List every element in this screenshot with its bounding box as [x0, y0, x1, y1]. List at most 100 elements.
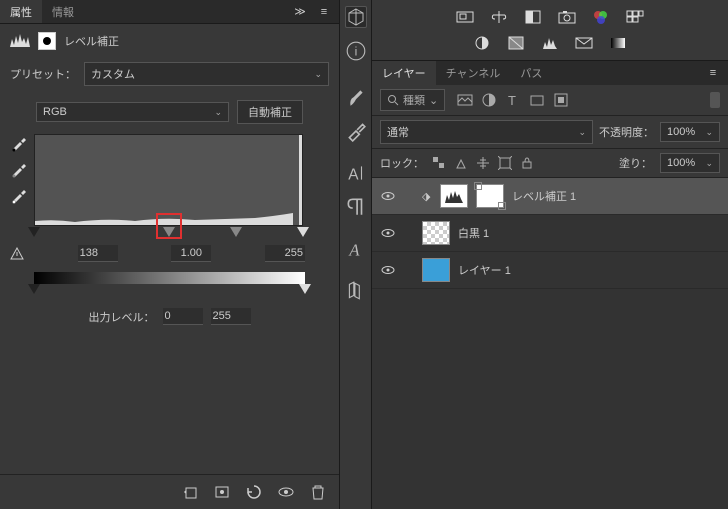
envelope-icon[interactable]: [574, 34, 594, 52]
layer-name: レイヤー 1: [458, 262, 511, 278]
input-black-slider[interactable]: [28, 227, 40, 237]
layers-list: ⬗ レベル補正 1 白黒 1 レイヤー 1: [372, 178, 728, 509]
layer-thumbnail[interactable]: [422, 221, 450, 245]
preset-label: プリセット：: [10, 66, 76, 82]
toggle-visibility-icon[interactable]: [277, 483, 295, 501]
gray-eyedropper-icon[interactable]: [10, 160, 28, 178]
properties-tabs: 属性 情報 ≫ ≡: [0, 0, 339, 24]
visibility-eye-icon[interactable]: [380, 262, 396, 278]
layer-thumbnail[interactable]: [440, 184, 468, 208]
tab-paths[interactable]: パス: [510, 61, 552, 85]
tab-properties[interactable]: 属性: [0, 0, 42, 23]
output-black-slider[interactable]: [28, 284, 40, 294]
lock-position-icon[interactable]: [476, 156, 490, 170]
svg-text:A: A: [348, 167, 359, 184]
svg-text:i: i: [354, 44, 357, 58]
output-gradient: [34, 272, 305, 284]
styles-icon[interactable]: [506, 34, 526, 52]
collapse-icon[interactable]: ≫: [291, 3, 309, 21]
svg-text:A: A: [348, 241, 360, 260]
layer-name: レベル補正 1: [512, 188, 576, 204]
tab-info[interactable]: 情報: [42, 0, 84, 23]
filter-smart-icon[interactable]: [553, 92, 569, 108]
filter-type-icon[interactable]: T: [505, 92, 521, 108]
link-icon: ⬗: [422, 190, 432, 203]
filter-type-select[interactable]: 種類 ⌄: [380, 89, 445, 111]
mask-thumbnail[interactable]: [476, 184, 504, 208]
input-white-slider[interactable]: [297, 227, 309, 237]
tab-layers[interactable]: レイヤー: [372, 61, 436, 85]
output-label: 出力レベル：: [89, 309, 155, 325]
glyphs-icon[interactable]: A: [345, 238, 367, 260]
contrast-icon[interactable]: [523, 8, 543, 26]
delete-icon[interactable]: [309, 483, 327, 501]
highlight-marker: [156, 213, 182, 239]
opacity-select[interactable]: 100%⌄: [660, 122, 720, 142]
layers-panel: レイヤー チャンネル パス ≡ 種類 ⌄ T 通常⌄ 不: [372, 60, 728, 509]
layer-item-levels[interactable]: ⬗ レベル補正 1: [372, 178, 728, 215]
layer-item-1[interactable]: レイヤー 1: [372, 252, 728, 289]
lock-artboard-icon[interactable]: [498, 156, 512, 170]
tab-channels[interactable]: チャンネル: [436, 61, 511, 85]
filter-toggle[interactable]: [710, 92, 720, 108]
adjustment-icon[interactable]: [472, 34, 492, 52]
output-white-slider[interactable]: [299, 284, 311, 294]
right-panel: レイヤー チャンネル パス ≡ 種類 ⌄ T 通常⌄ 不: [372, 0, 728, 509]
top-tool-icons-2: [372, 34, 728, 60]
channel-select[interactable]: RGB⌄: [36, 102, 229, 122]
paragraph-icon[interactable]: [345, 196, 367, 218]
blend-mode-select[interactable]: 通常⌄: [380, 120, 593, 144]
input-white-field[interactable]: [265, 245, 305, 262]
clip-to-layer-icon[interactable]: [181, 483, 199, 501]
input-black-field[interactable]: [78, 245, 118, 262]
layer-thumbnail[interactable]: [422, 258, 450, 282]
layers-menu-icon[interactable]: ≡: [704, 64, 722, 82]
libraries-icon[interactable]: [345, 280, 367, 302]
fill-label: 塗り：: [619, 155, 652, 171]
lock-image-icon[interactable]: [454, 156, 468, 170]
properties-panel: 属性 情報 ≫ ≡ レベル補正 プリセット： カスタム⌄ RGB⌄ 自動補正: [0, 0, 340, 509]
output-white-field[interactable]: [211, 308, 251, 325]
preset-select[interactable]: カスタム⌄: [84, 62, 329, 86]
brush-icon[interactable]: [345, 86, 367, 108]
histogram-panel-icon[interactable]: [540, 34, 560, 52]
3d-icon[interactable]: [345, 6, 367, 28]
input-mid-slider[interactable]: [230, 227, 242, 237]
white-eyedropper-icon[interactable]: [10, 186, 28, 204]
layer-item-bw[interactable]: 白黒 1: [372, 215, 728, 252]
adjustment-title: レベル補正: [64, 33, 119, 49]
adjustment-header: レベル補正: [0, 24, 339, 58]
filter-adjust-icon[interactable]: [481, 92, 497, 108]
mid-toolbar: i A A: [340, 0, 372, 509]
previous-state-icon[interactable]: [213, 483, 231, 501]
filter-pixel-icon[interactable]: [457, 92, 473, 108]
output-black-field[interactable]: [163, 308, 203, 325]
filter-shape-icon[interactable]: [529, 92, 545, 108]
reset-icon[interactable]: [245, 483, 263, 501]
brush-settings-icon[interactable]: [345, 120, 367, 142]
black-eyedropper-icon[interactable]: [10, 134, 28, 152]
opacity-label: 不透明度：: [599, 124, 654, 140]
gradient-icon[interactable]: [608, 34, 628, 52]
warning-icon: [10, 247, 24, 261]
info-icon[interactable]: i: [345, 40, 367, 62]
histogram-icon: [10, 33, 30, 50]
visibility-eye-icon[interactable]: [380, 225, 396, 241]
lock-all-icon[interactable]: [520, 156, 534, 170]
panel-menu-icon[interactable]: ≡: [315, 3, 333, 21]
visibility-eye-icon[interactable]: [380, 188, 396, 204]
properties-footer: [0, 474, 339, 509]
balance-icon[interactable]: [489, 8, 509, 26]
lock-transparency-icon[interactable]: [432, 156, 446, 170]
camera-icon[interactable]: [557, 8, 577, 26]
color-wheel-icon[interactable]: [591, 8, 611, 26]
character-icon[interactable]: A: [345, 162, 367, 184]
svg-text:T: T: [508, 93, 516, 108]
swatches-icon[interactable]: [625, 8, 645, 26]
input-gamma-field[interactable]: [171, 245, 211, 262]
navigator-icon[interactable]: [455, 8, 475, 26]
fill-select[interactable]: 100%⌄: [660, 153, 720, 173]
layer-name: 白黒 1: [458, 225, 489, 241]
auto-button[interactable]: 自動補正: [237, 100, 303, 124]
levels-adjustment-icon: [38, 32, 56, 50]
